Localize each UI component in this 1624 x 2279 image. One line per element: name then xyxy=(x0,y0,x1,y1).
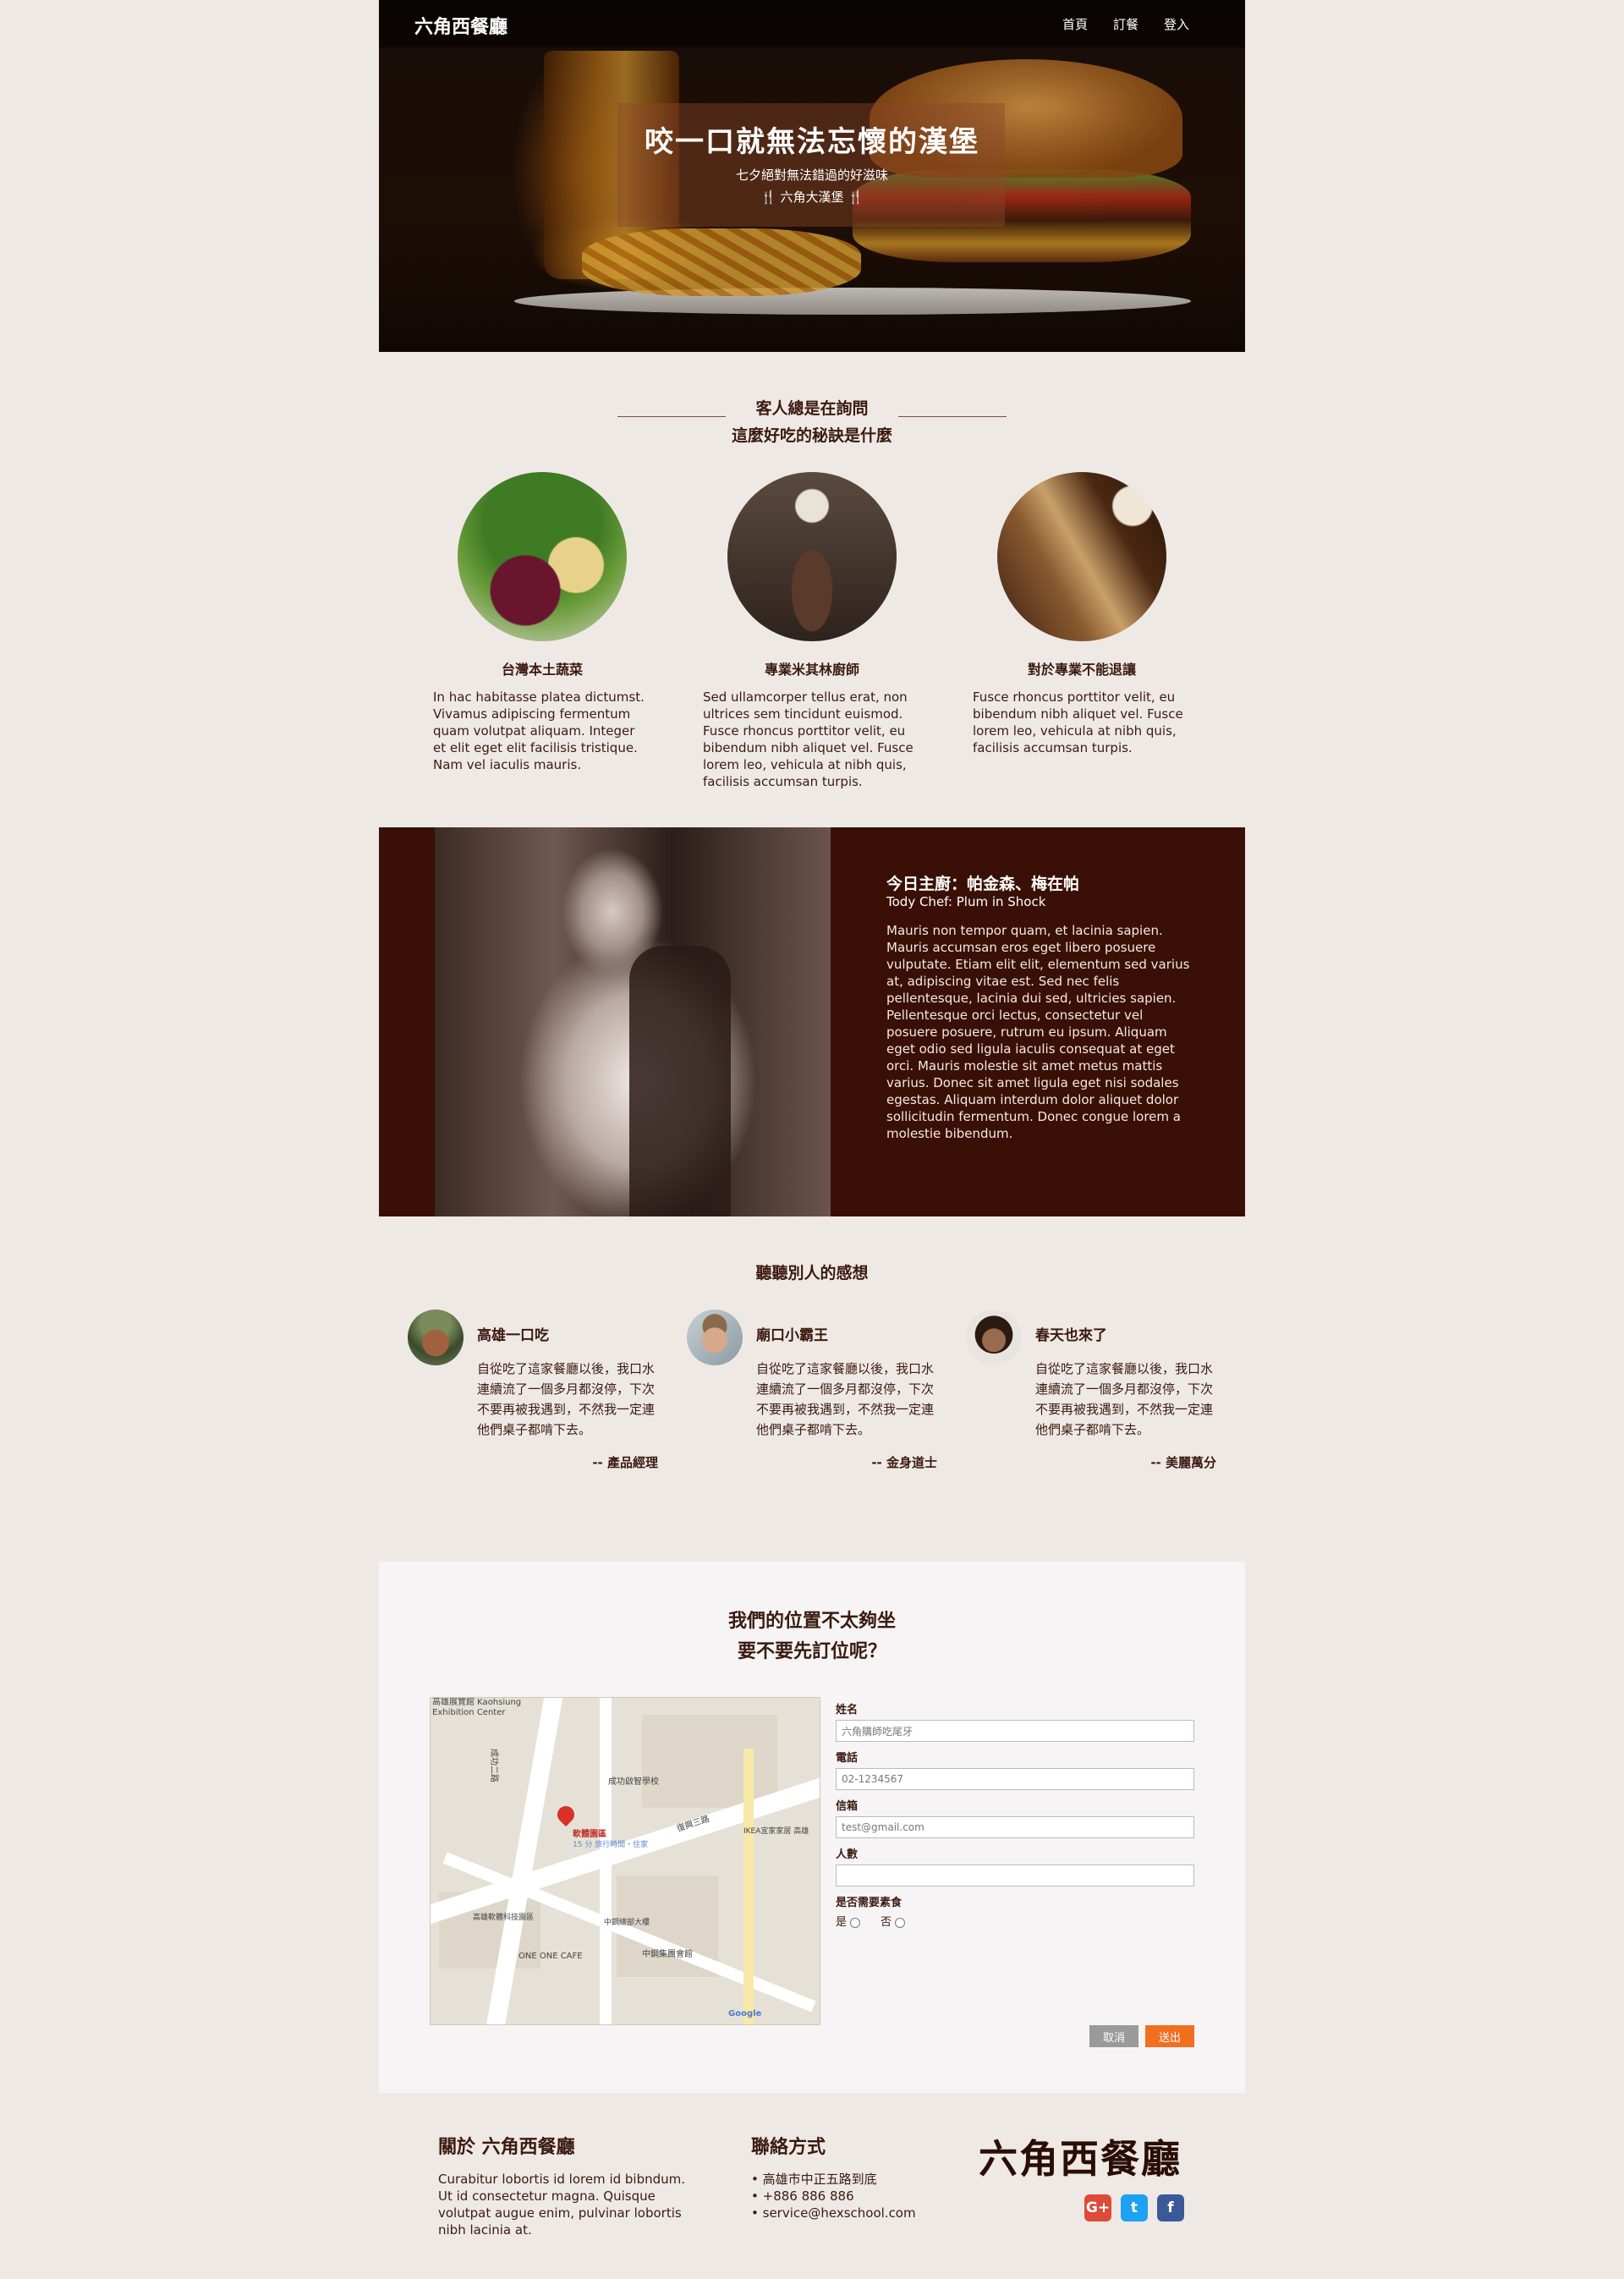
chef-description: Mauris non tempor quam, et lacinia sapie… xyxy=(886,923,1190,1141)
chef-subtitle: Tody Chef: Plum in Shock xyxy=(886,894,1046,909)
testimonial-name: 春天也來了 xyxy=(1035,1327,1107,1344)
radio-no[interactable] xyxy=(895,1917,906,1928)
vegetarian-no-option[interactable]: 否 xyxy=(881,1913,906,1929)
map-label: 中鋼集團會館 xyxy=(642,1950,693,1959)
reservation-title: 我們的位置不太夠坐 xyxy=(727,1611,896,1632)
email-input[interactable] xyxy=(836,1816,1194,1838)
map-road xyxy=(743,1749,754,2024)
chef-photo xyxy=(435,827,831,1216)
top-navbar: 六角西餐廳 首頁 訂餐 登入 xyxy=(379,0,1245,47)
hero-subtitle: 七夕絕對無法錯過的好滋味 xyxy=(735,167,888,183)
reservation-section: 我們的位置不太夠坐 要不要先訂位呢？ 高雄展覽館 Kaohsiung Exhib… xyxy=(379,1562,1245,2093)
feature-text: In hac habitasse platea dictumst. Vivamu… xyxy=(433,689,645,772)
map-label: 高雄展覽館 Kaohsiung Exhibition Center xyxy=(432,1698,522,1717)
map-label: 軟體園區 xyxy=(573,1830,606,1839)
chef-section: 今日主廚：帕金森、梅在帕 Tody Chef: Plum in Shock Ma… xyxy=(379,827,1245,1216)
secrets-heading-1: 客人總是在詢問 xyxy=(755,399,869,418)
hero-tagline: 🍴 六角大漢堡 🍴 xyxy=(760,189,864,205)
google-logo: Google xyxy=(728,2009,762,2018)
map-label: 成功二路 xyxy=(489,1749,498,1782)
brand-logo[interactable]: 六角西餐廳 xyxy=(414,12,508,39)
vegetarian-options: 是 否 xyxy=(836,1913,1194,1929)
avatar xyxy=(687,1310,743,1365)
testimonial-text: 自從吃了這家餐廳以後，我口水連續流了一個多月都沒停，下次不要再被我遇到，不然我一… xyxy=(756,1361,935,1437)
chef-apron-shape xyxy=(629,946,731,1216)
map-label: 15 分 旅行時間・住家 xyxy=(573,1841,649,1849)
phone-input[interactable] xyxy=(836,1768,1194,1790)
footer-about: 關於 六角西餐廳 Curabitur lobortis id lorem id … xyxy=(438,2132,695,2238)
testimonial-name: 高雄一口吃 xyxy=(477,1327,549,1344)
footer-about-title: 關於 六角西餐廳 xyxy=(438,2137,575,2158)
cancel-button[interactable]: 取消 xyxy=(1089,2025,1138,2047)
vegetarian-no-label: 否 xyxy=(881,1916,892,1929)
nav-link-home[interactable]: 首頁 xyxy=(1062,15,1088,33)
vegetables-image xyxy=(458,472,627,641)
feature-text: Fusce rhoncus porttitor velit, eu bibend… xyxy=(973,689,1183,755)
footer-logo: 六角西餐廳 xyxy=(979,2136,1182,2182)
feature-title: 專業米其林廚師 xyxy=(764,662,859,678)
testimonial-text: 自從吃了這家餐廳以後，我口水連續流了一個多月都沒停，下次不要再被我遇到，不然我一… xyxy=(1035,1361,1214,1437)
chef-title: 今日主廚：帕金森、梅在帕 xyxy=(886,875,1080,893)
map-label: 成功啟智學校 xyxy=(608,1777,659,1787)
testimonial-role: -- 產品經理 xyxy=(592,1455,658,1470)
vegetarian-yes-label: 是 xyxy=(836,1916,848,1929)
location-map[interactable]: 高雄展覽館 Kaohsiung Exhibition Center 成功二路 復… xyxy=(430,1697,820,2025)
testimonials-heading: 聽聽別人的感想 xyxy=(755,1264,869,1282)
email-label: 信箱 xyxy=(836,1800,859,1813)
avatar xyxy=(966,1310,1022,1365)
hero-title: 咬一口就無法忘懷的漢堡 xyxy=(645,125,979,159)
name-label: 姓名 xyxy=(836,1704,859,1716)
contact-phone: +886 886 886 xyxy=(751,2188,916,2205)
radio-yes[interactable] xyxy=(850,1917,861,1928)
footer-contact: 聯絡方式 高雄市中正五路到底 +886 886 886 service@hexs… xyxy=(751,2132,916,2221)
feature-card: 台灣本土蔬菜 In hac habitasse platea dictumst.… xyxy=(433,472,651,773)
map-label: 高雄軟體科技園區 xyxy=(473,1914,535,1922)
avatar xyxy=(408,1310,464,1365)
testimonial-role: -- 金身道士 xyxy=(871,1455,937,1470)
testimonial-role: -- 美麗萬分 xyxy=(1150,1455,1216,1470)
contact-list: 高雄市中正五路到底 +886 886 886 service@hexschool… xyxy=(751,2171,916,2221)
party-size-input[interactable] xyxy=(836,1864,1194,1886)
feature-title: 台灣本土蔬菜 xyxy=(501,662,583,678)
feature-card: 對於專業不能退讓 Fusce rhoncus porttitor velit, … xyxy=(973,472,1191,756)
hero-banner: 六角西餐廳 首頁 訂餐 登入 咬一口就無法忘懷的漢堡 七夕絕對無法錯過的好滋味 … xyxy=(379,0,1245,352)
chef-kitchen-image xyxy=(727,472,897,641)
reservation-subtitle: 要不要先訂位呢？ xyxy=(737,1641,886,1662)
google-plus-icon[interactable]: G+ xyxy=(1084,2194,1111,2221)
reservation-form: 姓名 電話 信箱 人數 是否需要素食 是 否 xyxy=(836,1694,1194,1929)
testimonial-name: 廟口小霸王 xyxy=(756,1327,828,1344)
map-road xyxy=(486,1698,563,2024)
twitter-icon[interactable]: t xyxy=(1121,2194,1148,2221)
feature-text: Sed ullamcorper tellus erat, non ultrice… xyxy=(703,689,914,789)
name-input[interactable] xyxy=(836,1720,1194,1742)
footer-contact-title: 聯絡方式 xyxy=(751,2137,826,2158)
contact-address: 高雄市中正五路到底 xyxy=(751,2171,916,2188)
submit-button[interactable]: 送出 xyxy=(1145,2025,1194,2047)
map-label: ONE ONE CAFE xyxy=(518,1952,583,1961)
feature-card: 專業米其林廚師 Sed ullamcorper tellus erat, non… xyxy=(703,472,921,790)
vegetarian-label: 是否需要素食 xyxy=(836,1897,903,1909)
nav-links: 首頁 訂餐 登入 xyxy=(1062,15,1189,33)
contact-email[interactable]: service@hexschool.com xyxy=(751,2205,916,2221)
footer-about-text: Curabitur lobortis id lorem id bibndum. … xyxy=(438,2172,686,2238)
phone-label: 電話 xyxy=(836,1752,859,1765)
map-block xyxy=(642,1715,777,1808)
vegetarian-yes-option[interactable]: 是 xyxy=(836,1913,861,1929)
baking-ingredients-image xyxy=(997,472,1166,641)
map-label: 中鋼總部大樓 xyxy=(604,1919,650,1927)
testimonial-text: 自從吃了這家餐廳以後，我口水連續流了一個多月都沒停，下次不要再被我遇到，不然我一… xyxy=(477,1361,656,1437)
party-size-label: 人數 xyxy=(836,1848,859,1861)
nav-link-order[interactable]: 訂餐 xyxy=(1113,15,1138,33)
nav-link-login[interactable]: 登入 xyxy=(1164,15,1189,33)
facebook-icon[interactable]: f xyxy=(1157,2194,1184,2221)
feature-title: 對於專業不能退讓 xyxy=(1027,662,1136,678)
map-label: IKEA宜家家居 高雄 xyxy=(743,1827,809,1836)
map-pin-icon[interactable] xyxy=(553,1802,579,1827)
secrets-heading-2: 這麼好吃的秘訣是什麼 xyxy=(731,426,892,445)
